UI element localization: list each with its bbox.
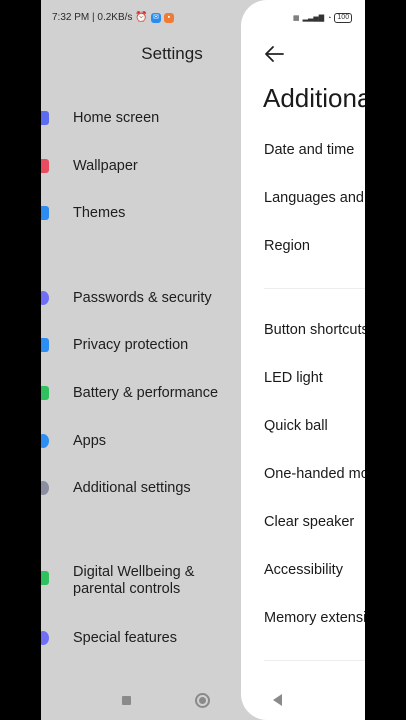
battery-indicator: 100: [334, 13, 353, 23]
item-languages-and-input[interactable]: Languages and input: [264, 190, 365, 207]
settings-item-battery-performance[interactable]: Battery & performance: [41, 379, 241, 409]
item-one-handed-mode[interactable]: One-handed mode: [264, 466, 365, 483]
item-button-shortcuts[interactable]: Button shortcuts: [264, 322, 365, 339]
fingerprint-icon: [41, 291, 49, 305]
item-clear-speaker[interactable]: Clear speaker: [264, 514, 354, 531]
settings-item-label: Additional settings: [73, 480, 191, 496]
status-bar: 7:32 PM | 0.2KB/s ⏰ ✉ ▪: [52, 12, 174, 23]
settings-item-label: Digital Wellbeing & parental controls: [73, 564, 195, 597]
item-region[interactable]: Region: [264, 238, 310, 255]
navigation-bar: [41, 680, 241, 720]
shield-icon: [41, 338, 49, 352]
wifi-icon: ◔: [327, 14, 332, 22]
back-arrow-icon[interactable]: [263, 44, 285, 64]
home-icon: [41, 111, 49, 125]
settings-item-digital-wellbeing[interactable]: Digital Wellbeing & parental controls: [41, 558, 241, 598]
settings-item-label: Battery & performance: [73, 385, 219, 401]
item-led-light[interactable]: LED light: [264, 370, 323, 387]
settings-item-apps[interactable]: Apps: [41, 427, 241, 457]
gear-icon: [41, 434, 49, 448]
sim-icon: ▦: [293, 15, 300, 22]
item-date-and-time[interactable]: Date and time: [264, 142, 354, 159]
item-quick-ball[interactable]: Quick ball: [264, 418, 328, 435]
settings-item-privacy-protection[interactable]: Privacy protection: [41, 331, 241, 361]
settings-item-label: Home screen: [73, 110, 160, 126]
status-bar-right: ▦ ▂▃▅▇ ◔ 100: [293, 13, 353, 23]
section-divider: [264, 288, 365, 289]
additional-settings-panel: ▦ ▂▃▅▇ ◔ 100 Additional settings Date an…: [241, 0, 365, 720]
settings-item-label: Special features: [73, 630, 177, 646]
phone-screen: 7:32 PM | 0.2KB/s ⏰ ✉ ▪ Settings Home sc…: [41, 0, 365, 720]
settings-item-label: Privacy protection: [73, 337, 189, 353]
notification-icon: ▪: [163, 12, 174, 23]
recents-button[interactable]: [122, 696, 131, 705]
alarm-icon: ⏰: [135, 12, 148, 23]
settings-item-label: Themes: [73, 205, 126, 221]
home-button[interactable]: [195, 693, 210, 708]
settings-item-home-screen[interactable]: Home screen: [41, 104, 241, 134]
settings-item-themes[interactable]: Themes: [41, 199, 241, 229]
status-time: 7:32 PM | 0.2KB/s: [52, 12, 133, 23]
settings-item-label: Apps: [73, 433, 107, 449]
settings-item-label: Passwords & security: [73, 290, 212, 306]
wallpaper-icon: [41, 159, 49, 173]
item-memory-extension[interactable]: Memory extension: [264, 610, 365, 627]
features-icon: [41, 631, 49, 645]
settings-item-passwords-security[interactable]: Passwords & security: [41, 284, 241, 314]
wellbeing-icon: [41, 571, 49, 585]
signal-icon: ▂▃▅▇: [302, 15, 325, 22]
messenger-icon: ✉: [150, 12, 161, 23]
battery-icon: [41, 386, 49, 400]
settings-item-wallpaper[interactable]: Wallpaper: [41, 152, 241, 182]
settings-item-special-features[interactable]: Special features: [41, 624, 241, 654]
item-accessibility[interactable]: Accessibility: [264, 562, 343, 579]
settings-item-additional-settings[interactable]: Additional settings: [41, 474, 241, 504]
settings-item-label: Wallpaper: [73, 158, 138, 174]
themes-icon: [41, 206, 49, 220]
nav-back-button[interactable]: [273, 694, 282, 706]
section-divider: [264, 660, 365, 661]
more-icon: [41, 481, 49, 495]
panel-title: Additional settings: [263, 83, 365, 113]
